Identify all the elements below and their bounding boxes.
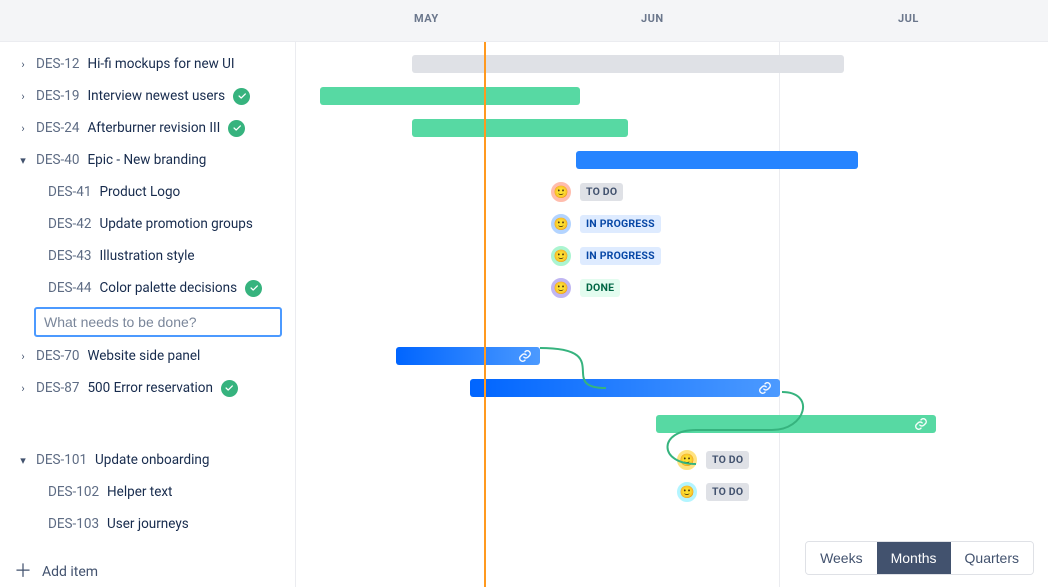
timeline-bar[interactable] (412, 119, 628, 137)
month-may: MAY (414, 12, 439, 25)
month-labels: MAY JUN JUL (296, 0, 1048, 41)
plus-icon: ＋ (14, 563, 32, 581)
issue-child-row[interactable]: DES-41 Product Logo (0, 176, 295, 208)
issue-key: DES-103 (48, 516, 99, 532)
add-item-button[interactable]: ＋ Add item (14, 563, 98, 581)
timeline-canvas[interactable]: 🙂 TO DO 🙂 IN PROGRESS 🙂 IN PROGRESS 🙂 DONE 🙂 TO D… (296, 42, 1048, 587)
link-icon (914, 417, 928, 435)
issue-summary: Hi-fi mockups for new UI (87, 56, 234, 72)
timeline-bar[interactable] (396, 347, 540, 365)
issue-key: DES-42 (48, 216, 91, 232)
month-jun: JUN (641, 12, 664, 25)
timeline-bar[interactable] (470, 379, 780, 397)
chevron-right-icon[interactable]: › (14, 382, 32, 395)
issue-child-row[interactable]: DES-42 Update promotion groups (0, 208, 295, 240)
issue-key: DES-43 (48, 248, 91, 264)
issue-child-row[interactable]: DES-44 Color palette decisions (0, 272, 295, 304)
add-item-label: Add item (42, 564, 98, 580)
chevron-right-icon[interactable]: › (14, 122, 32, 135)
issue-key: DES-87 (36, 380, 79, 396)
issue-summary: 500 Error reservation (87, 380, 213, 396)
issue-summary: Interview newest users (87, 88, 225, 104)
status-lozenge: TO DO (706, 451, 749, 469)
assignee-avatar[interactable]: 🙂 (550, 245, 572, 267)
assignee-avatar[interactable]: 🙂 (550, 213, 572, 235)
month-jul: JUL (898, 12, 919, 25)
issue-epic-row[interactable]: ▾ DES-40 Epic - New branding (0, 144, 295, 176)
chevron-right-icon[interactable]: › (14, 58, 32, 71)
view-weeks-button[interactable]: Weeks (806, 542, 877, 574)
new-issue-input[interactable] (34, 307, 282, 337)
issue-key: DES-41 (48, 184, 91, 200)
done-check-icon (233, 88, 250, 105)
view-switcher: Weeks Months Quarters (805, 541, 1034, 575)
view-quarters-button[interactable]: Quarters (951, 542, 1033, 574)
issue-key: DES-19 (36, 88, 79, 104)
status-lozenge: IN PROGRESS (580, 247, 661, 265)
issue-key: DES-44 (48, 280, 91, 296)
chevron-down-icon[interactable]: ▾ (14, 454, 32, 467)
done-check-icon (221, 380, 238, 397)
issue-summary: Epic - New branding (87, 152, 206, 168)
issue-child-row[interactable]: DES-102 Helper text (0, 476, 295, 508)
issue-summary: Update onboarding (95, 452, 209, 468)
issue-epic-row[interactable]: › DES-19 Interview newest users (0, 80, 295, 112)
assignee-avatar[interactable]: 🙂 (676, 449, 698, 471)
issue-epic-row[interactable]: › DES-87 500 Error reservation (0, 372, 295, 404)
issue-summary: Update promotion groups (99, 216, 252, 232)
link-icon (518, 349, 532, 367)
chevron-down-icon[interactable]: ▾ (14, 154, 32, 167)
issue-key: DES-102 (48, 484, 99, 500)
issue-summary: Color palette decisions (99, 280, 237, 296)
status-lozenge: IN PROGRESS (580, 215, 661, 233)
chevron-right-icon[interactable]: › (14, 350, 32, 363)
assignee-avatar[interactable]: 🙂 (676, 481, 698, 503)
status-lozenge: TO DO (580, 183, 623, 201)
issue-key: DES-101 (36, 452, 87, 468)
new-issue-row (0, 304, 295, 340)
issue-summary: Illustration style (99, 248, 194, 264)
spacer-row (0, 404, 295, 444)
header-spacer (0, 0, 296, 41)
view-months-button[interactable]: Months (877, 542, 951, 574)
timeline-bar[interactable] (656, 415, 936, 433)
issue-summary: Product Logo (99, 184, 180, 200)
done-check-icon (228, 120, 245, 137)
done-check-icon (245, 280, 262, 297)
link-icon (758, 381, 772, 399)
issue-summary: Helper text (107, 484, 172, 500)
timeline-bar[interactable] (412, 55, 844, 73)
issue-summary: Afterburner revision III (87, 120, 220, 136)
status-lozenge: TO DO (706, 483, 749, 501)
issue-epic-row[interactable]: › DES-24 Afterburner revision III (0, 112, 295, 144)
issue-epic-row[interactable]: › DES-12 Hi-fi mockups for new UI (0, 48, 295, 80)
timeline-header: MAY JUN JUL (0, 0, 1048, 42)
timeline-bar[interactable] (320, 87, 580, 105)
issue-epic-row[interactable]: ▾ DES-101 Update onboarding (0, 444, 295, 476)
assignee-avatar[interactable]: 🙂 (550, 181, 572, 203)
assignee-avatar[interactable]: 🙂 (550, 277, 572, 299)
issue-key: DES-24 (36, 120, 79, 136)
issue-child-row[interactable]: DES-103 User journeys (0, 508, 295, 540)
timeline-bar[interactable] (576, 151, 858, 169)
dependency-lines (296, 42, 1048, 587)
chevron-right-icon[interactable]: › (14, 90, 32, 103)
status-lozenge: DONE (580, 279, 620, 297)
issue-key: DES-40 (36, 152, 79, 168)
issue-key: DES-12 (36, 56, 79, 72)
month-separator (779, 42, 780, 587)
issue-epic-row[interactable]: › DES-70 Website side panel (0, 340, 295, 372)
issue-key: DES-70 (36, 348, 79, 364)
issue-sidebar: › DES-12 Hi-fi mockups for new UI › DES-19 In… (0, 42, 296, 587)
issue-summary: Website side panel (87, 348, 200, 364)
issue-child-row[interactable]: DES-43 Illustration style (0, 240, 295, 272)
issue-summary: User journeys (107, 516, 189, 532)
